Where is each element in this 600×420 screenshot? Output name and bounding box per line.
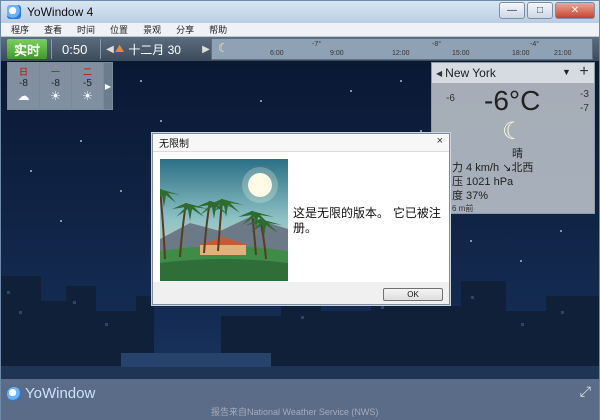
menu-help[interactable]: 帮助 bbox=[209, 23, 227, 36]
forecast-day[interactable]: 一 -8 ☀ bbox=[40, 63, 72, 109]
forecast-day-temp: -8 bbox=[19, 78, 28, 89]
app-window: YoWindow 4 — □ ✕ 程序 查看 时间 位置 景观 分享 帮助 实时… bbox=[0, 0, 600, 420]
low-temp: -6 bbox=[446, 93, 455, 104]
toolbar: 实时 0:50 ◀ ⛰ 十二月 30 ▶ ☾ 6:00 -7° 9:00 12:… bbox=[1, 37, 599, 61]
dialog-title-bar: 无限制 bbox=[153, 134, 449, 152]
forecast-next-arrow-icon[interactable]: ▶ bbox=[104, 63, 112, 109]
dropdown-arrow-icon: ◀ bbox=[436, 68, 443, 78]
moon-icon: ☾ bbox=[218, 41, 229, 55]
menu-time[interactable]: 时间 bbox=[77, 23, 95, 36]
now-button[interactable]: 实时 bbox=[7, 39, 47, 59]
dialog-body: 这是无限的版本。 它已被注册。 bbox=[153, 152, 449, 282]
tropical-beach-illustration bbox=[160, 159, 288, 281]
menu-landscape[interactable]: 景观 bbox=[143, 23, 161, 36]
timeline-mark: 21:00 bbox=[554, 50, 572, 57]
menu-bar: 程序 查看 时间 位置 景观 分享 帮助 bbox=[1, 23, 599, 37]
timeline-mark: -7° bbox=[312, 41, 322, 48]
timeline-mark: 15:00 bbox=[452, 50, 470, 57]
city-name: New York bbox=[445, 66, 496, 80]
update-time: 6 m前 bbox=[452, 204, 474, 213]
forecast-day-name: 日 bbox=[18, 67, 28, 77]
maximize-button[interactable]: □ bbox=[527, 2, 553, 19]
ok-button[interactable]: OK bbox=[383, 288, 443, 301]
app-icon bbox=[7, 5, 21, 19]
forecast-day-temp: -8 bbox=[51, 78, 60, 89]
humidity-info: 度 37% bbox=[452, 190, 489, 202]
data-source-note[interactable]: 报告来自National Weather Service (NWS) bbox=[211, 405, 378, 418]
next-day-arrow-icon[interactable]: ▶ bbox=[201, 44, 211, 55]
forecast-day[interactable]: 二 -5 ☀ bbox=[72, 63, 104, 109]
forecast-day[interactable]: 日 -8 ☁ bbox=[8, 63, 40, 109]
separator bbox=[51, 39, 52, 59]
timeline-mark: -8° bbox=[432, 41, 442, 48]
time-display[interactable]: 0:50 bbox=[62, 42, 96, 57]
city-weather-panel: ◀ New York ▼ + -6 -3 -7 -6°C ☾ 晴 力 4 km/… bbox=[431, 62, 595, 214]
timeline-mark: 18:00 bbox=[512, 50, 530, 57]
logo-icon bbox=[7, 386, 21, 401]
timeline-mark: 9:00 bbox=[330, 50, 344, 57]
date-display[interactable]: ⛰ 十二月 30 bbox=[115, 41, 201, 58]
city-header[interactable]: ◀ New York ▼ bbox=[432, 63, 594, 83]
dialog-close-icon[interactable]: × bbox=[437, 135, 443, 147]
unlimited-dialog: 无限制 × 这是无限的版本。 它已被注册。 OK bbox=[152, 133, 450, 305]
moon-icon: ☾ bbox=[502, 118, 524, 145]
timeline-mark: -4° bbox=[530, 41, 540, 48]
close-button[interactable]: ✕ bbox=[555, 2, 595, 19]
cloud-moon-icon: ☁ bbox=[17, 89, 30, 103]
current-temperature: -6°C bbox=[484, 85, 541, 116]
prev-day-arrow-icon[interactable]: ◀ bbox=[105, 44, 115, 55]
dialog-message: 这是无限的版本。 它已被注册。 bbox=[293, 206, 441, 235]
forecast-day-name: 一 bbox=[50, 67, 60, 77]
timeline-mark: 6:00 bbox=[270, 50, 284, 57]
menu-program[interactable]: 程序 bbox=[11, 23, 29, 36]
side-value: -3 bbox=[580, 89, 589, 100]
forecast-strip: 日 -8 ☁ 一 -8 ☀ 二 -5 ☀ ▶ bbox=[7, 62, 113, 110]
dialog-title: 无限制 bbox=[159, 139, 189, 150]
calendar-icon: ⛰ bbox=[115, 42, 125, 55]
add-location-button[interactable]: + bbox=[576, 64, 592, 80]
separator bbox=[100, 39, 101, 59]
menu-view[interactable]: 查看 bbox=[44, 23, 62, 36]
menu-share[interactable]: 分享 bbox=[176, 23, 194, 36]
chevron-down-icon[interactable]: ▼ bbox=[562, 67, 571, 77]
date-label: 十二月 30 bbox=[128, 42, 181, 57]
menu-location[interactable]: 位置 bbox=[110, 23, 128, 36]
fullscreen-icon[interactable]: ⤢ bbox=[580, 383, 591, 400]
sun-icon: ☀ bbox=[50, 89, 61, 103]
title-bar: YoWindow 4 — □ ✕ bbox=[1, 1, 599, 23]
side-value: -7 bbox=[580, 103, 589, 114]
window-title: YoWindow 4 bbox=[27, 5, 94, 19]
forecast-day-name: 二 bbox=[82, 67, 92, 77]
timeline-slider[interactable]: ☾ 6:00 -7° 9:00 12:00 -8° 15:00 18:00 -4… bbox=[211, 38, 593, 60]
sun-icon: ☀ bbox=[82, 89, 93, 103]
yowindow-logo[interactable]: YoWindow bbox=[7, 385, 95, 402]
forecast-day-temp: -5 bbox=[83, 78, 92, 89]
minimize-button[interactable]: — bbox=[499, 2, 525, 19]
timeline-mark: 12:00 bbox=[392, 50, 410, 57]
brand-label: YoWindow bbox=[25, 385, 96, 402]
